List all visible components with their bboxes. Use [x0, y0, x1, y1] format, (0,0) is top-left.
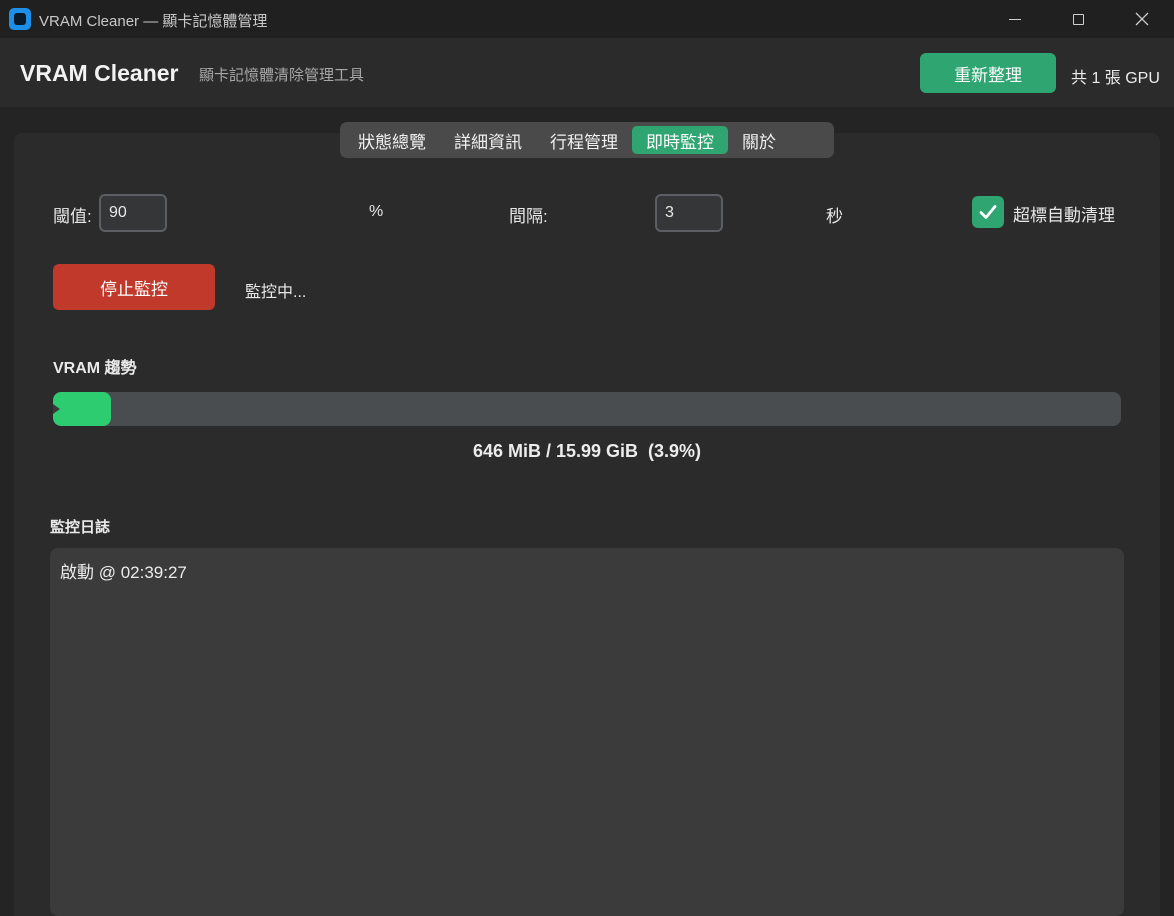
window-title: VRAM Cleaner — 顯卡記憶體管理: [39, 13, 268, 30]
tab-about[interactable]: 關於: [728, 126, 790, 154]
monitor-status: 監控中...: [245, 284, 307, 301]
tab-details[interactable]: 詳細資訊: [440, 126, 536, 154]
log-line: 啟動 @ 02:39:27: [60, 563, 187, 582]
vram-progress-bar: [53, 392, 1121, 426]
title-bar: VRAM Cleaner — 顯卡記憶體管理: [0, 0, 1174, 38]
threshold-unit: %: [369, 203, 384, 220]
tab-monitor[interactable]: 即時監控: [632, 126, 728, 154]
app-icon: [9, 8, 31, 30]
auto-clean-checkbox[interactable]: [972, 196, 1004, 228]
interval-label: 間隔:: [509, 207, 548, 226]
maximize-icon: [1072, 13, 1084, 25]
monitor-log[interactable]: 啟動 @ 02:39:27: [50, 548, 1124, 916]
trend-title: VRAM 趨勢: [53, 360, 137, 377]
app-subtitle: 顯卡記憶體清除管理工具: [199, 67, 365, 84]
interval-input[interactable]: [655, 194, 723, 232]
vram-usage-text: 646 MiB / 15.99 GiB (3.9%): [472, 441, 702, 461]
tab-bar: 狀態總覽 詳細資訊 行程管理 即時監控 關於: [340, 122, 834, 158]
interval-unit: 秒: [826, 207, 843, 226]
vram-progress-fill: [53, 392, 111, 426]
app-name: VRAM Cleaner: [20, 60, 179, 86]
threshold-label: 閾值:: [53, 207, 92, 226]
log-title: 監控日誌: [50, 519, 111, 536]
checkmark-icon: [979, 205, 997, 219]
close-icon: [1135, 12, 1149, 26]
minimize-button[interactable]: [983, 0, 1047, 38]
app-header: VRAM Cleaner 顯卡記憶體清除管理工具 重新整理 共 1 張 GPU: [0, 38, 1174, 107]
stop-monitor-button[interactable]: 停止監控: [53, 264, 215, 310]
threshold-input[interactable]: [99, 194, 167, 232]
refresh-button[interactable]: 重新整理: [920, 53, 1056, 93]
auto-clean-label[interactable]: 超標自動清理: [1013, 201, 1115, 226]
progress-marker-icon: [53, 404, 60, 414]
gpu-count: 共 1 張 GPU: [1071, 70, 1160, 87]
close-button[interactable]: [1110, 0, 1174, 38]
maximize-button[interactable]: [1046, 0, 1110, 38]
tab-processes[interactable]: 行程管理: [536, 126, 632, 154]
minimize-icon: [1009, 18, 1021, 20]
tab-overview[interactable]: 狀態總覽: [344, 126, 440, 154]
